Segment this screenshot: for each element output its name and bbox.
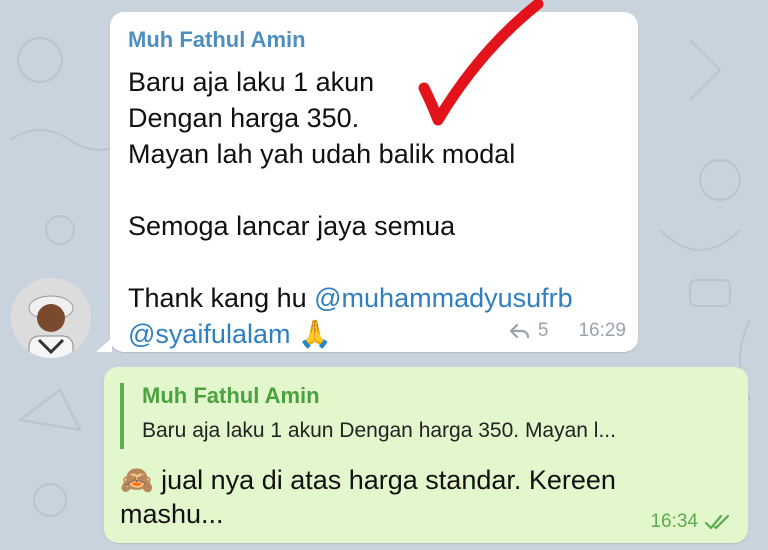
sender-avatar[interactable] <box>11 278 91 358</box>
message-meta: 5 16:29 <box>508 320 626 342</box>
double-check-icon <box>704 514 730 530</box>
mention-link[interactable]: @syaifulalam <box>128 319 290 349</box>
monkey-emoji: 🙈 <box>120 465 154 495</box>
message-line: Dengan harga 350. <box>128 103 360 133</box>
reply-count[interactable]: 5 <box>538 320 549 342</box>
message-line: Semoga lancar jaya semua <box>128 211 456 241</box>
message-time: 16:34 <box>650 511 698 532</box>
message-body: jual nya di atas harga standar. Kereen m… <box>120 465 616 529</box>
outgoing-message-bubble[interactable]: Muh Fathul Amin Baru aja laku 1 akun Den… <box>104 367 748 543</box>
message-meta: 16:34 <box>650 511 734 533</box>
reply-arrow-icon <box>509 323 529 339</box>
message-text: Baru aja laku 1 akun Dengan harga 350. M… <box>128 64 628 352</box>
incoming-message-bubble[interactable]: Muh Fathul Amin Baru aja laku 1 akun Den… <box>96 12 638 352</box>
message-time: 16:29 <box>578 320 626 341</box>
message-text: 🙈 jual nya di atas harga standar. Kereen… <box>120 463 660 531</box>
message-line: Baru aja laku 1 akun <box>128 67 375 97</box>
quoted-sender-name: Muh Fathul Amin <box>142 383 320 408</box>
red-checkmark-annotation <box>418 0 544 126</box>
message-sender-name[interactable]: Muh Fathul Amin <box>128 27 306 53</box>
message-line: Thank kang hu <box>128 283 315 313</box>
pray-emoji: 🙏 <box>297 319 332 349</box>
avatar-photo-icon <box>11 278 91 358</box>
message-line: Mayan lah yah udah balik modal <box>128 139 516 169</box>
quoted-reply[interactable]: Muh Fathul Amin Baru aja laku 1 akun Den… <box>120 383 730 449</box>
mention-link[interactable]: @muhammadyusufrb <box>314 283 573 313</box>
quoted-text: Baru aja laku 1 akun Dengan harga 350. M… <box>142 419 616 442</box>
